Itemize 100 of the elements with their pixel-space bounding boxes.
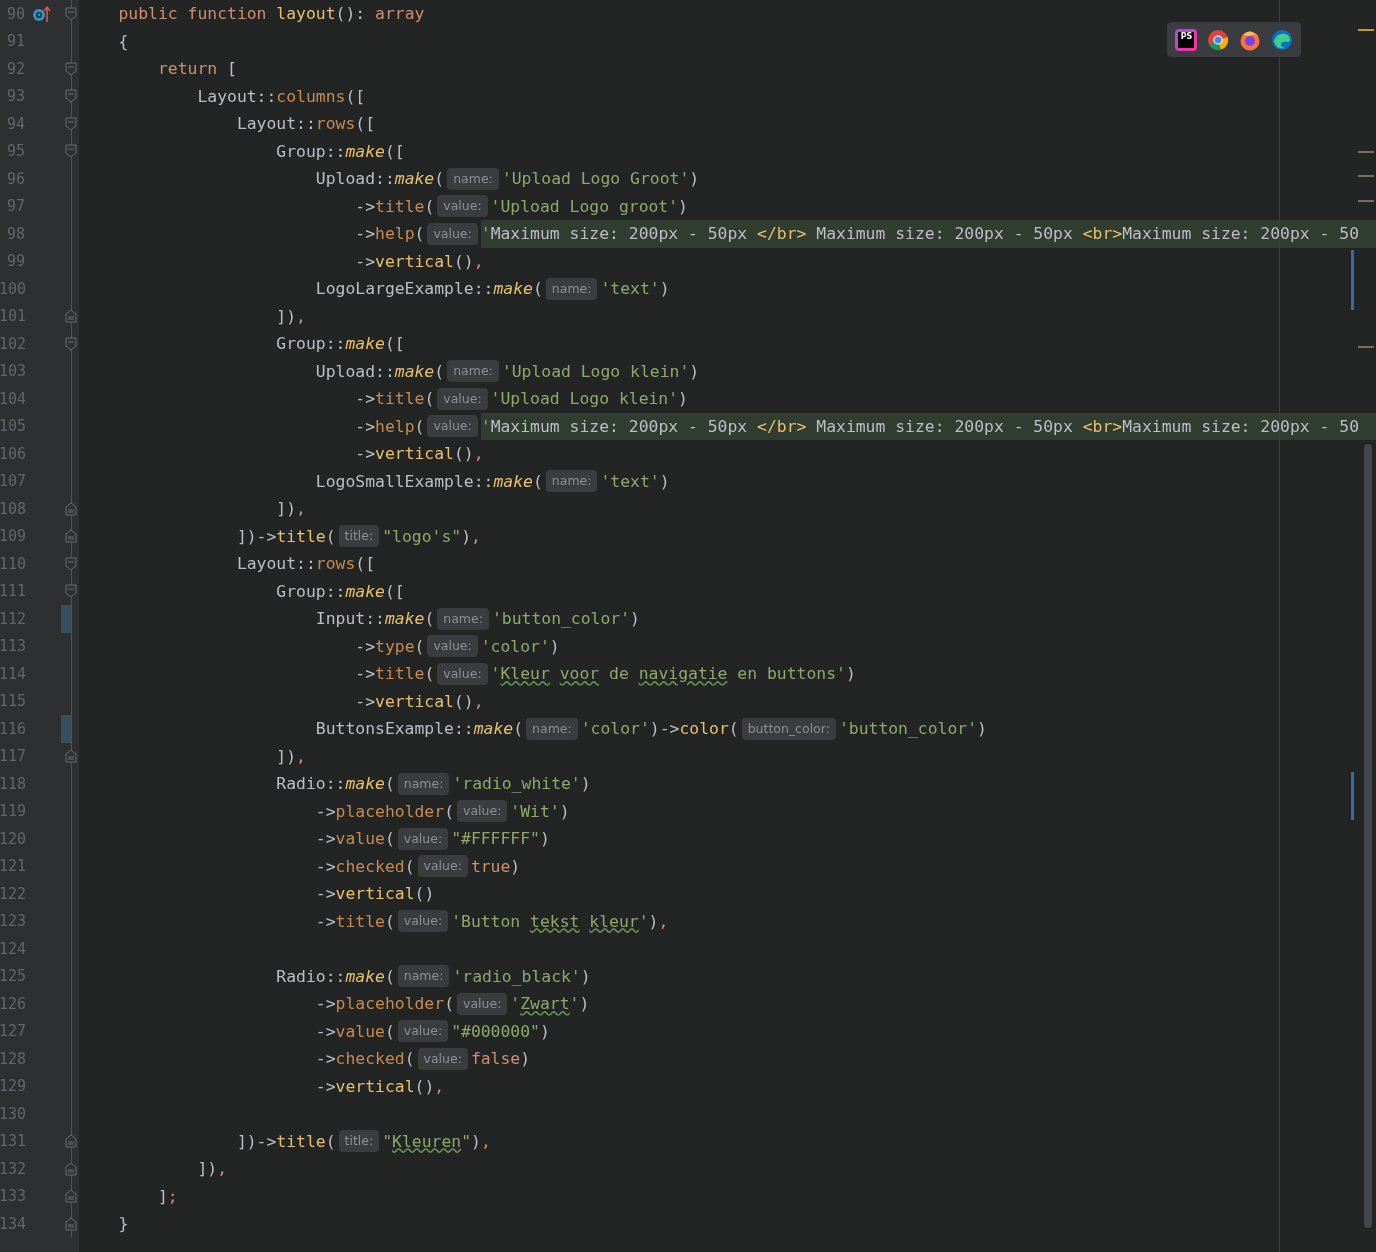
parameter-hint: name: — [526, 717, 578, 740]
parameter-hint: value: — [417, 855, 468, 878]
code-text: ->vertical(), — [355, 250, 484, 273]
line-number: 100 — [0, 278, 25, 300]
line-number: 113 — [0, 636, 25, 657]
parameter-hint: value: — [397, 910, 449, 933]
fold-icon[interactable] — [65, 61, 77, 76]
fold-icon[interactable] — [65, 116, 77, 131]
fold-icon[interactable] — [65, 144, 77, 159]
line-number: 130 — [0, 1103, 25, 1125]
line-number: 125 — [0, 966, 25, 987]
code-text: ->title( — [355, 663, 435, 685]
fold-icon[interactable] — [65, 556, 77, 571]
line-number: 99 — [5, 251, 25, 272]
code-text: Group::make([ — [276, 333, 405, 355]
code-text: "logo's"), — [382, 525, 481, 548]
fox-logo-icon[interactable] — [1239, 28, 1261, 51]
code-text: ->checked( — [315, 1048, 415, 1070]
ide-logo-icon[interactable]: PS — [1175, 28, 1197, 51]
parameter-hint: name: — [397, 965, 450, 988]
code-text: ]), — [276, 745, 306, 768]
line-number: 101 — [0, 306, 25, 327]
code-text: ]), — [276, 305, 306, 328]
code-text: ->vertical(), — [315, 1075, 445, 1098]
parameter-hint: name: — [545, 277, 598, 300]
fold-icon[interactable] — [65, 1134, 77, 1149]
scrollbar-thumb[interactable] — [1364, 444, 1372, 1228]
code-text: "#000000") — [451, 1020, 550, 1043]
code-text: 'text') — [600, 470, 670, 493]
parameter-hint: name: — [447, 360, 499, 383]
code-text: ]), — [276, 498, 306, 520]
line-number: 128 — [0, 1048, 25, 1070]
code-text: public function layout(): array — [118, 3, 425, 25]
line-number: 112 — [0, 608, 25, 630]
code-text: ])->title( — [236, 1130, 336, 1153]
parameter-hint: title: — [338, 1130, 380, 1153]
line-number: 98 — [5, 223, 25, 245]
fold-icon[interactable] — [65, 584, 77, 599]
override-marker-icon[interactable] — [32, 4, 52, 23]
code-text: 'Zwart') — [510, 993, 590, 1015]
parameter-hint: value: — [437, 662, 488, 685]
code-text: Upload::make( — [315, 168, 445, 190]
code-text: 'Upload Logo Groot') — [501, 168, 700, 190]
line-number: 127 — [0, 1021, 25, 1042]
line-number: 109 — [0, 526, 25, 547]
line-number: 120 — [0, 828, 25, 850]
line-number: 93 — [5, 86, 25, 107]
change-marker[interactable] — [61, 605, 71, 633]
code-text: } — [118, 1213, 129, 1235]
code-text: ->type( — [355, 635, 425, 658]
code-text: 'radio_white') — [452, 773, 591, 795]
code-text: 'text') — [600, 278, 670, 300]
warning-stripe-marker — [1358, 175, 1374, 177]
browser-logo-icon[interactable] — [1207, 28, 1229, 51]
fold-icon[interactable] — [65, 529, 77, 544]
parameter-hint: value: — [457, 992, 508, 1015]
parameter-hint: title: — [338, 525, 380, 548]
line-number: 116 — [0, 718, 25, 740]
code-text: Group::make([ — [276, 140, 405, 163]
line-number: 131 — [0, 1131, 25, 1152]
code-text: 'Kleur voor de navigatie en buttons') — [490, 663, 856, 685]
code-text: ])->title( — [236, 525, 336, 548]
warning-stripe-marker — [1358, 151, 1374, 153]
fold-icon[interactable] — [65, 1216, 77, 1231]
line-number: 111 — [0, 581, 25, 602]
fold-icon[interactable] — [65, 501, 77, 516]
code-text: "#FFFFFF") — [451, 828, 550, 850]
code-text: Layout::rows([ — [236, 113, 376, 135]
line-number: 117 — [0, 746, 25, 767]
fold-icon[interactable] — [65, 1161, 77, 1176]
code-text: ButtonsExample::make( — [315, 718, 524, 740]
parameter-hint: value: — [427, 635, 478, 658]
line-number: 103 — [0, 361, 25, 382]
fold-icon[interactable] — [65, 89, 77, 104]
code-text: 'color') — [480, 635, 560, 658]
wave-logo-icon[interactable] — [1271, 28, 1293, 51]
fold-icon[interactable] — [65, 749, 77, 764]
line-number: 96 — [5, 168, 25, 190]
change-stripe-marker — [1351, 772, 1354, 820]
change-marker[interactable] — [61, 715, 71, 743]
code-text: ->vertical(), — [355, 690, 484, 713]
code-text: ->help( — [355, 223, 425, 245]
line-number: 97 — [5, 196, 25, 217]
warning-stripe-marker — [1358, 29, 1374, 31]
parameter-hint: name: — [545, 470, 598, 493]
fold-icon[interactable] — [65, 336, 77, 351]
parameter-hint: button_color: — [741, 717, 836, 740]
code-text: Upload::make( — [315, 360, 445, 383]
code-text: ->title( — [355, 195, 435, 218]
fold-icon[interactable] — [65, 6, 77, 21]
line-number: 132 — [0, 1158, 25, 1180]
line-number: 104 — [0, 388, 25, 410]
fold-icon[interactable] — [65, 1189, 77, 1204]
line-number: 126 — [0, 993, 25, 1015]
code-text: 'Upload Logo klein') — [490, 388, 688, 410]
code-text: Layout::columns([ — [197, 85, 366, 108]
line-number: 105 — [0, 416, 25, 437]
code-text: 'radio_black') — [452, 965, 591, 988]
fold-icon[interactable] — [65, 309, 77, 324]
code-text: 'Maximum size: 200px - 50px </br> Maximum size: 200px - 50px <br>Maximum size: 200px - 50 — [480, 412, 1376, 440]
